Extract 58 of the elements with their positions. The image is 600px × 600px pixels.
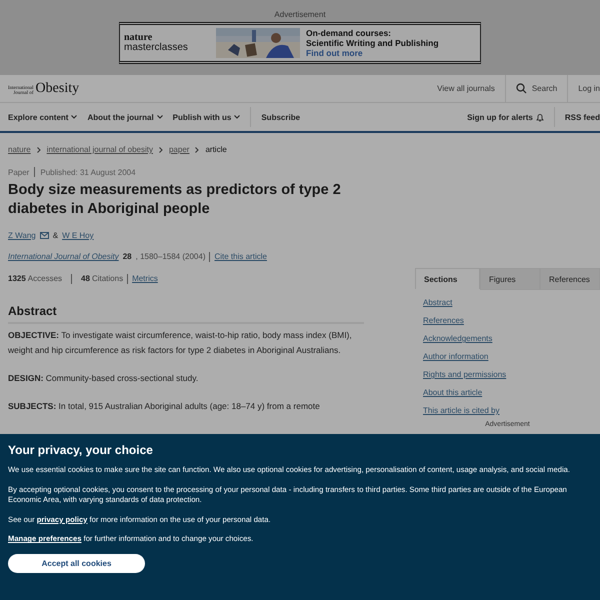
brand-name: nature	[124, 33, 152, 43]
section-link[interactable]: Author information	[423, 352, 592, 361]
header-link[interactable]: Log in	[567, 75, 600, 102]
search-icon	[516, 83, 527, 94]
metric-label: Citations	[92, 274, 124, 284]
breadcrumb-link[interactable]: international journal of obesity	[46, 145, 153, 154]
ad-link[interactable]: Find out more	[306, 48, 439, 58]
section-link[interactable]: This article is cited by	[423, 406, 592, 415]
article-type: Paper	[8, 168, 30, 176]
author-link[interactable]: W E Hoy	[62, 230, 94, 240]
nav-menu[interactable]: Publish with us	[172, 112, 240, 122]
author-separator: &	[52, 230, 58, 240]
abstract-paragraph: OBJECTIVE: To investigate waist circumference, waist-to-hip ratio, body mass index (BMI), weight and hip circumference as risk factors for type 2 diabetes in Aboriginal Australians.	[8, 328, 353, 358]
logo-text: Obesity	[36, 80, 80, 96]
section-link[interactable]: Abstract	[423, 298, 592, 307]
breadcrumb-link[interactable]: paper	[168, 145, 190, 154]
search-link[interactable]: Search	[504, 75, 568, 102]
sidebar-tab[interactable]: Sections	[415, 268, 480, 289]
nav-menu[interactable]: About the journal	[87, 112, 163, 122]
ad-headline: Scientific Writing and Publishing	[306, 38, 439, 48]
accept-cookies-button[interactable]: Accept all cookies	[8, 554, 145, 574]
brand-subtitle: masterclasses	[124, 43, 189, 53]
nav-menu[interactable]: Explore content	[8, 112, 78, 122]
pages: , 1580–1584 (2004)	[136, 252, 206, 262]
email-icon[interactable]	[40, 232, 49, 239]
section-heading: Abstract	[8, 304, 364, 324]
abstract-paragraph: DESIGN: Community-based cross-sectional study.	[8, 372, 200, 386]
chevron-right-icon	[158, 146, 163, 152]
ad-banner[interactable]: nature masterclasses On-demand courses: Scientific Writing and Publishing Find out more	[119, 22, 481, 64]
breadcrumb-link[interactable]: article	[205, 145, 227, 154]
nav-menu[interactable]: Subscribe	[250, 107, 300, 127]
nav-link[interactable]: RSS feed	[554, 107, 600, 127]
article-title: Body size measurements as predictors of type 2 diabetes in Aboriginal people	[8, 181, 342, 219]
section-link[interactable]: Rights and permissions	[423, 370, 592, 379]
ad-label: Advertisement	[274, 10, 326, 19]
metric-label: Accesses	[28, 274, 62, 284]
volume: 28	[122, 252, 132, 262]
publish-date: Published: 31 August 2004	[40, 168, 136, 176]
cite-link[interactable]: Cite this article	[214, 252, 267, 262]
metric-value: 48	[81, 274, 90, 284]
chevron-right-icon	[195, 146, 200, 152]
sidebar-tab[interactable]: Figures	[480, 268, 540, 290]
ad-headline: On-demand courses:	[306, 28, 392, 38]
author-link[interactable]: Z Wang	[8, 230, 36, 240]
section-link[interactable]: Acknowledgements	[423, 334, 592, 343]
banner-title: Your privacy, your choice	[8, 443, 154, 457]
nav-link[interactable]: Sign up for alerts	[467, 112, 544, 122]
metric-value: 1325	[8, 274, 26, 284]
sidebar-tab[interactable]: References	[540, 268, 600, 290]
breadcrumb-link[interactable]: nature	[8, 145, 31, 154]
section-link[interactable]: About this article	[423, 388, 592, 397]
chevron-right-icon	[36, 146, 41, 152]
journal-link[interactable]: International Journal of Obesity	[8, 252, 119, 262]
bell-icon	[536, 112, 544, 122]
abstract-paragraph: SUBJECTS: In total, 915 Australian Aboriginal adults (age: 18–74 y) from a remote	[8, 400, 321, 413]
header-link[interactable]: View all journals	[427, 75, 505, 102]
section-link[interactable]: References	[423, 316, 592, 325]
metrics-link[interactable]: Metrics	[132, 274, 158, 284]
